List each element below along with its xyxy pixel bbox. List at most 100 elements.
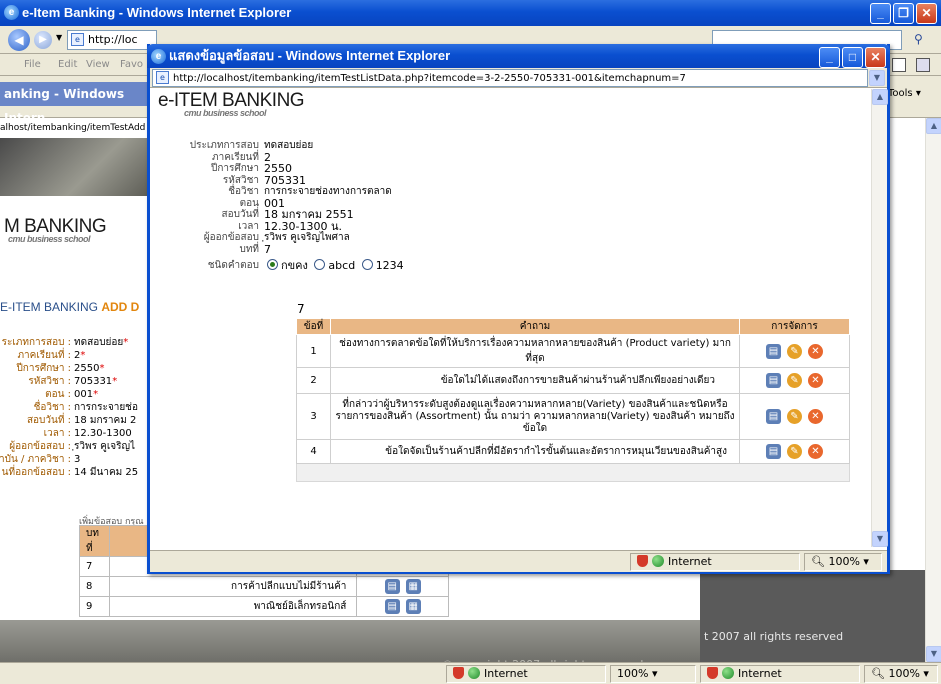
ie-icon: e: [151, 49, 166, 64]
view-question-icon[interactable]: ▤: [766, 343, 781, 359]
question-no: 1: [296, 334, 331, 368]
search-icon[interactable]: ⚲: [914, 32, 923, 46]
view-book-icon[interactable]: ▤: [384, 579, 400, 594]
inner-status-zoom-shadow: 100% ▾: [610, 665, 696, 683]
popup-scrollbar[interactable]: ▲ ▼: [871, 89, 888, 547]
radio-option-1[interactable]: [267, 259, 278, 270]
popup-status-zoom[interactable]: 🔍︎ 100% ▾: [804, 553, 882, 571]
outer-status-zone: Internet: [700, 665, 860, 683]
popup-logo: e-ITEM BANKING cmu business school: [158, 90, 305, 118]
zoom-label: 100%: [888, 667, 920, 680]
radio-label: 1234: [375, 259, 404, 272]
address-dropdown-icon[interactable]: ▼: [869, 70, 885, 86]
chapter-no: 7: [79, 556, 110, 577]
form-row: ปีการศึกษา :2550 *: [0, 362, 138, 375]
outer-window-controls: _ ❐ ✕: [870, 3, 937, 24]
outer-logo: M BANKING cmu business school: [4, 216, 107, 244]
edit-icon[interactable]: ✎: [787, 444, 802, 459]
globe-icon: [722, 667, 734, 679]
answer-type-row: ชนิดคำตอบ กขคง abcd 1234: [160, 259, 404, 273]
close-icon[interactable]: ✕: [916, 3, 937, 24]
section-title-b: ADD D: [101, 300, 140, 314]
question-text: ที่กล่าวว่าผู้บริหารระดับสูงต้องดูแลเรื่…: [330, 393, 740, 440]
table-row: 9 พาณิชย์อิเล็กทรอนิกส์ ▤ ▦: [79, 596, 449, 617]
popup-title: แสดงข้อมูลข้อสอบ - Windows Internet Expl…: [169, 48, 451, 63]
delete-icon[interactable]: ✕: [808, 444, 823, 459]
form-key: รหัสวิชา :: [28, 376, 71, 387]
popup-title-bar[interactable]: e แสดงข้อมูลข้อสอบ - Windows Internet Ex…: [147, 44, 890, 68]
info-row: บทที่ 7: [160, 242, 404, 256]
required-mark: *: [80, 350, 86, 361]
outer-status-zoom[interactable]: 🔍︎ 100% ▾: [864, 665, 938, 683]
list-icon[interactable]: ▦: [405, 599, 421, 614]
tools-menu[interactable]: Tools ▾: [888, 88, 921, 99]
form-row: ผู้ออกข้อสอบ :ฺรวิพร คูเจริญไ: [0, 440, 138, 453]
info-key: ตอน: [239, 197, 259, 209]
outer-title-bar[interactable]: e e-Item Banking - Windows Internet Expl…: [0, 0, 941, 26]
outer-tab[interactable]: anking - Windows Intern: [0, 82, 150, 125]
info-row: ปีการศึกษา 2550: [160, 163, 404, 175]
table-row: 3 ที่กล่าวว่าผู้บริหารระดับสูงต้องดูแลเร…: [296, 393, 850, 440]
form-value: 18 มกราคม 2: [74, 415, 137, 426]
maximize-icon[interactable]: ❐: [893, 3, 914, 24]
zoom-icon: 🔍︎: [811, 555, 825, 568]
info-value: 7: [264, 242, 271, 256]
info-value: 705331: [264, 173, 306, 187]
scroll-down-icon[interactable]: ▼: [872, 531, 888, 547]
view-book-icon[interactable]: ▤: [384, 599, 400, 614]
back-button-icon[interactable]: ◀: [8, 29, 30, 51]
scroll-up-icon[interactable]: ▲: [872, 89, 888, 105]
maximize-icon[interactable]: □: [842, 47, 863, 68]
close-icon[interactable]: ✕: [865, 47, 886, 68]
zoom-icon: 🔍︎: [871, 667, 885, 680]
menu-file[interactable]: File: [24, 54, 41, 76]
radio-option-3[interactable]: [361, 259, 373, 270]
edit-icon[interactable]: ✎: [787, 373, 802, 388]
question-table: ข้อที่ คำถาม การจัดการ 1 ช่องทางการตลาดข…: [296, 318, 850, 482]
view-question-icon[interactable]: ▤: [766, 444, 781, 459]
col-number: ข้อที่: [296, 318, 331, 335]
page-icon: e: [156, 71, 169, 84]
print-icon[interactable]: [916, 58, 930, 72]
view-question-icon[interactable]: ▤: [766, 373, 781, 388]
info-key: ภาคเรียนที่: [212, 151, 259, 163]
list-icon[interactable]: ▦: [405, 579, 421, 594]
view-question-icon[interactable]: ▤: [766, 409, 781, 424]
minimize-icon[interactable]: _: [819, 47, 840, 68]
delete-icon[interactable]: ✕: [808, 373, 823, 388]
scroll-down-icon[interactable]: ▼: [926, 646, 941, 662]
forward-button-icon[interactable]: ▶: [34, 31, 52, 49]
form-key: ผู้ออกข้อสอบ :: [9, 441, 71, 452]
info-row: เวลา 12.30-1300 น.: [160, 220, 404, 233]
protected-mode-icon: [453, 667, 464, 679]
minimize-icon[interactable]: _: [870, 3, 891, 24]
outer-scrollbar[interactable]: ▲ ▼: [925, 118, 941, 662]
info-row: ผู้ออกข้อสอบฺรวิพร คูเจริญไพศาล: [160, 232, 404, 244]
feeds-icon[interactable]: [892, 58, 906, 72]
chapter-name: พาณิชย์อิเล็กทรอนิกส์: [108, 596, 358, 617]
outer-address-bar[interactable]: e http://loc: [67, 30, 157, 50]
col-question: คำถาม: [330, 318, 740, 335]
radio-option-2[interactable]: [314, 259, 326, 270]
info-key: สอบวันที่: [221, 209, 260, 220]
copyright-a: t 2007 all rights reserved: [704, 630, 844, 643]
edit-icon[interactable]: ✎: [787, 343, 802, 359]
table-footer: [296, 463, 850, 482]
popup-address-bar[interactable]: e http://localhost/itembanking/itemTestL…: [152, 69, 868, 87]
nav-dropdown-icon[interactable]: ▼: [56, 33, 62, 42]
menu-favorites[interactable]: Favo: [120, 54, 143, 76]
table-row: 1 ช่องทางการตลาดข้อใดที่ให้บริการเรื่องค…: [296, 334, 850, 368]
answer-type-label: ชนิดคำตอบ: [207, 260, 259, 271]
chapter-no: 9: [79, 596, 110, 617]
form-value: 001: [74, 389, 94, 400]
inner-status-zone-shadow: Internet: [446, 665, 606, 683]
scroll-up-icon[interactable]: ▲: [926, 118, 941, 134]
popup-status-zone: Internet: [630, 553, 800, 571]
menu-edit[interactable]: Edit: [58, 54, 77, 76]
delete-icon[interactable]: ✕: [808, 409, 823, 424]
delete-icon[interactable]: ✕: [808, 343, 823, 359]
question-actions: ▤ ✎ ✕: [739, 439, 850, 464]
outer-status-bar: Internet 🔍︎ 100% ▾ Internet 100% ▾: [0, 662, 941, 684]
edit-icon[interactable]: ✎: [787, 409, 802, 424]
menu-view[interactable]: View: [86, 54, 110, 76]
